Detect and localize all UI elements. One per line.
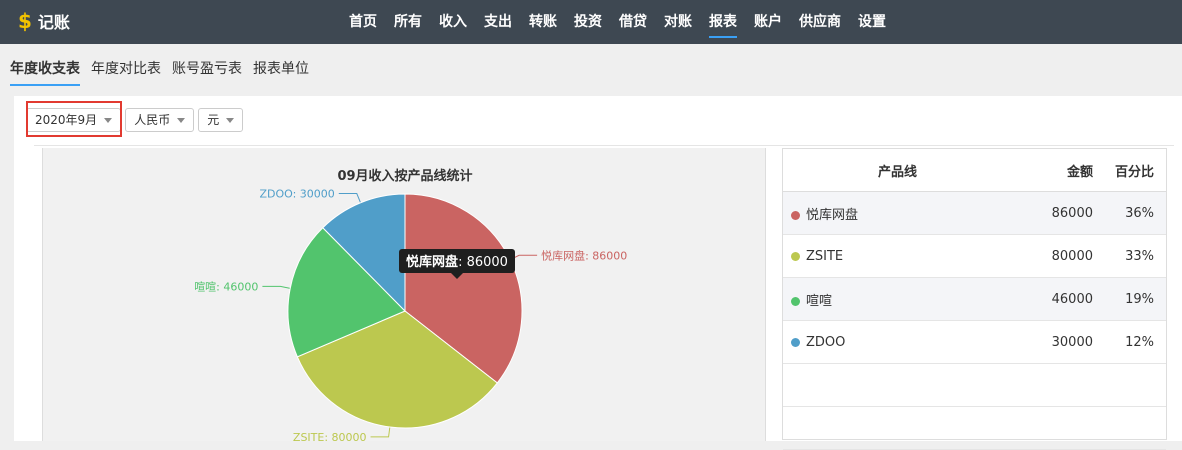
table-header-row: 产品线 金额 百分比: [783, 149, 1166, 192]
header-amount: 金额: [1012, 149, 1105, 192]
pie-slice-label: 喧喧: 46000: [194, 279, 258, 293]
main-nav: 首页 所有 收入 支出 转账 投资 借贷 对账 报表 账户 供应商 设置: [349, 0, 903, 44]
nav-item[interactable]: 账户: [754, 0, 782, 44]
header-product-line: 产品线: [783, 149, 1012, 192]
cell-percent: 36%: [1105, 191, 1166, 235]
app-logo[interactable]: $ 记账: [18, 9, 70, 33]
chevron-down-icon: [177, 117, 186, 123]
nav-item[interactable]: 供应商: [799, 0, 841, 44]
cell-percent: 12%: [1105, 320, 1166, 364]
subtab-item[interactable]: 报表单位: [253, 56, 309, 86]
pie-chart-panel: 09月收入按产品线统计悦库网盘: 86000 ZSITE: 80000 喧喧: 46…: [42, 148, 766, 444]
currency-select-value: 人民币: [134, 113, 171, 127]
empty-row: [783, 363, 1166, 407]
cell-amount: 46000: [1012, 277, 1105, 321]
pie-slice-label: 悦库网盘: 86000: [541, 248, 627, 262]
chevron-down-icon: [226, 117, 235, 123]
legend-dot-icon: [791, 337, 800, 347]
currency-select[interactable]: 人民币: [125, 108, 195, 132]
nav-item[interactable]: 所有: [394, 0, 422, 44]
nav-item[interactable]: 对账: [664, 0, 692, 44]
nav-item[interactable]: 收入: [439, 0, 467, 44]
pie-label-leader: [370, 426, 391, 438]
chart-title: 09月收入按产品线统计: [337, 168, 472, 184]
nav-item[interactable]: 支出: [484, 0, 512, 44]
legend-dot-icon: [791, 296, 800, 306]
tooltip-separator: :: [458, 255, 467, 270]
nav-item[interactable]: 报表: [709, 0, 737, 44]
empty-row: [783, 406, 1166, 450]
tooltip-text: 悦库网盘: 86000: [406, 254, 508, 270]
legend-dot-icon: [791, 251, 800, 261]
cell-amount: 30000: [1012, 320, 1105, 364]
chevron-down-icon: [104, 117, 113, 123]
table-row: ZSITE 80000 33%: [783, 234, 1166, 278]
product-line-table: 产品线 金额 百分比 悦库网盘 86000 36% ZSITE 80000 33% 喧喧 46…: [782, 148, 1167, 450]
legend-dot-icon: [791, 210, 800, 220]
nav-item[interactable]: 借贷: [619, 0, 647, 44]
cell-percent: 19%: [1105, 277, 1166, 321]
dollar-icon: $: [18, 9, 32, 33]
cell-product-line: ZSITE: [783, 234, 1012, 278]
subtab-item[interactable]: 年度对比表: [91, 56, 161, 86]
cell-amount: 86000: [1012, 191, 1105, 235]
month-select[interactable]: 2020年9月: [26, 108, 122, 132]
nav-item[interactable]: 转账: [529, 0, 557, 44]
table-row: 悦库网盘 86000 36%: [783, 191, 1166, 235]
app-title: 记账: [37, 13, 70, 32]
report-subtabs: 年度收支表 年度对比表 账号盈亏表 报表单位: [10, 56, 320, 86]
nav-item[interactable]: 首页: [349, 0, 377, 44]
subtab-item[interactable]: 年度收支表: [10, 56, 80, 86]
product-line-name: 悦库网盘: [806, 207, 859, 223]
tooltip-value: 86000: [467, 255, 508, 270]
product-line-name: ZSITE: [806, 248, 844, 264]
unit-select[interactable]: 元: [198, 108, 244, 132]
top-navbar: $ 记账 首页 所有 收入 支出 转账 投资 借贷 对账 报表 账户 供应商 设置: [0, 0, 1182, 44]
product-line-name: ZDOO: [806, 334, 846, 350]
table-row: 喧喧 46000 19%: [783, 277, 1166, 321]
cell-percent: 33%: [1105, 234, 1166, 278]
cell-product-line: 喧喧: [783, 277, 1012, 321]
tooltip-name: 悦库网盘: [406, 254, 458, 270]
month-select-value: 2020年9月: [35, 113, 98, 127]
pie-slice-label: ZDOO: 30000: [259, 188, 334, 201]
subtab-item[interactable]: 账号盈亏表: [172, 56, 242, 86]
filter-bar: 2020年9月 人民币 元: [26, 108, 244, 132]
filter-divider: [34, 145, 1174, 146]
nav-item[interactable]: 投资: [574, 0, 602, 44]
pie-label-leader: [338, 193, 362, 203]
empty-cell: [783, 363, 1166, 407]
cell-product-line: ZDOO: [783, 320, 1012, 364]
nav-item[interactable]: 设置: [858, 0, 886, 44]
pie-chart: 09月收入按产品线统计悦库网盘: 86000 ZSITE: 80000 喧喧: 46…: [194, 168, 627, 444]
pie-slice-label: ZSITE: 80000: [293, 431, 367, 441]
cell-product-line: 悦库网盘: [783, 191, 1012, 235]
header-percent: 百分比: [1105, 149, 1166, 192]
pie-label-leader: [262, 285, 291, 289]
unit-select-value: 元: [207, 113, 220, 127]
empty-cell: [783, 406, 1166, 450]
product-line-name: 喧喧: [806, 293, 833, 309]
table-row: ZDOO 30000 12%: [783, 320, 1166, 364]
cell-amount: 80000: [1012, 234, 1105, 278]
